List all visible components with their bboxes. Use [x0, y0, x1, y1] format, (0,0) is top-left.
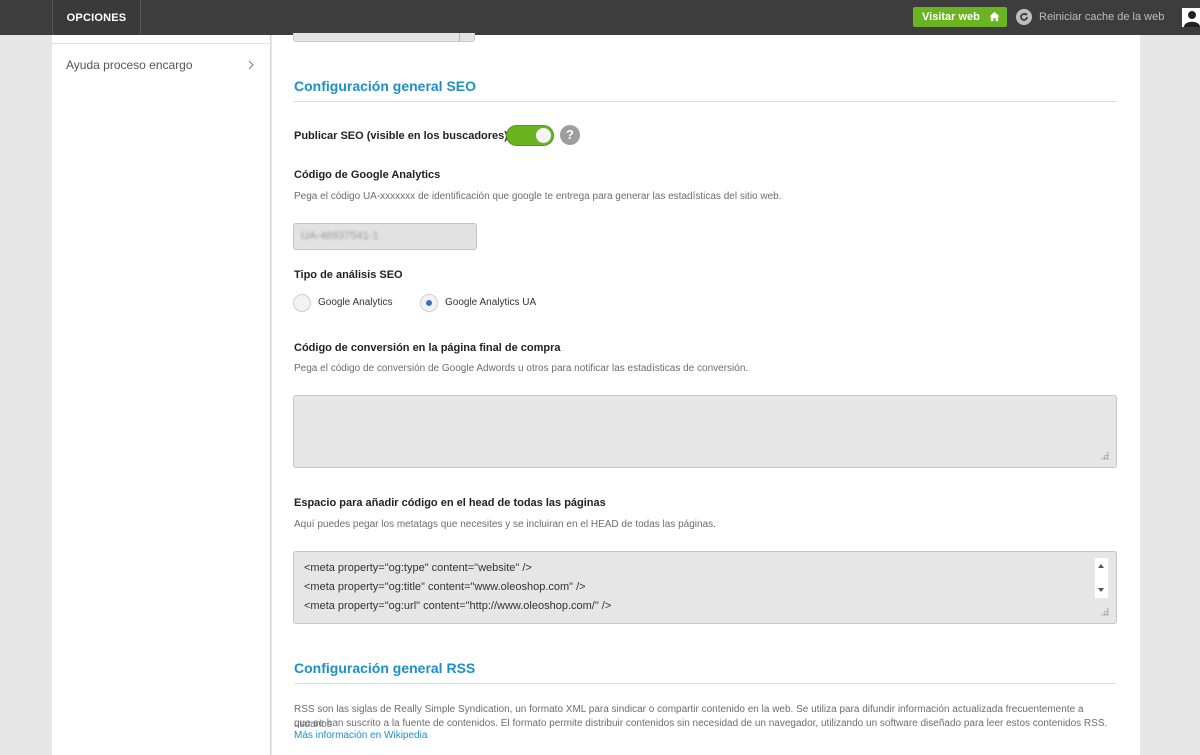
analytics-label: Código de Google Analytics: [294, 169, 441, 181]
scroll-down-arrow-icon[interactable]: [1098, 588, 1104, 592]
textarea-scrollbar[interactable]: [1095, 558, 1108, 598]
radio-button: [293, 294, 311, 312]
rss-description-line-2: que se han suscrito a la fuente de conte…: [294, 718, 1108, 729]
reset-cache-label: Reiniciar cache de la web: [1039, 11, 1165, 23]
publish-seo-label: Publicar SEO (visible en los buscadores): [294, 130, 508, 142]
radio-label: Google Analytics UA: [445, 297, 537, 308]
reset-cache-link[interactable]: Reiniciar cache de la web: [1016, 9, 1164, 25]
refresh-icon: [1016, 9, 1032, 25]
top-bar: OPCIONES Visitar web Reiniciar cache de …: [0, 0, 1200, 35]
analytics-input[interactable]: UA-46937541-1: [293, 223, 477, 250]
code-line: <meta property="og:type" content="websit…: [304, 562, 532, 574]
main-panel: Configuración general SEO Publicar SEO (…: [272, 33, 1140, 755]
radio-button-checked: [420, 294, 438, 312]
resize-grip[interactable]: [1100, 451, 1109, 460]
analysis-type-label: Tipo de análisis SEO: [294, 269, 403, 281]
radio-google-analytics[interactable]: Google Analytics: [293, 293, 393, 313]
publish-seo-toggle[interactable]: [506, 125, 554, 146]
seo-section-title: Configuración general SEO: [294, 78, 1117, 102]
options-tab[interactable]: OPCIONES: [52, 0, 141, 35]
toggle-knob: [536, 128, 551, 143]
visit-web-button[interactable]: Visitar web: [913, 7, 1007, 27]
conversion-help: Pega el código de conversión de Google A…: [294, 363, 749, 374]
radio-label: Google Analytics: [318, 297, 393, 308]
sidebar-item-label: Ayuda proceso encargo: [66, 58, 193, 72]
visit-web-label: Visitar web: [922, 11, 980, 23]
select-field[interactable]: [293, 33, 475, 42]
wikipedia-link[interactable]: Más información en Wikipedia: [294, 730, 427, 741]
resize-grip[interactable]: [1100, 607, 1109, 616]
code-line: <meta property="og:title" content="www.o…: [304, 581, 586, 593]
analytics-input-value: UA-46937541-1: [301, 230, 379, 242]
rss-section-title: Configuración general RSS: [294, 660, 1117, 684]
analytics-help: Pega el código UA-xxxxxxx de identificac…: [294, 191, 782, 202]
sidebar-divider: [52, 43, 271, 44]
scroll-up-arrow-icon[interactable]: [1098, 564, 1104, 568]
head-code-label: Espacio para añadir código en el head de…: [294, 497, 606, 509]
head-code-help: Aquí puedes pegar los metatags que neces…: [294, 519, 716, 530]
help-icon[interactable]: ?: [560, 125, 580, 145]
user-icon[interactable]: [1182, 8, 1200, 27]
sidebar: Ayuda proceso encargo: [52, 35, 271, 755]
conversion-label: Código de conversión en la página final …: [294, 342, 561, 354]
chevron-right-icon: [248, 60, 254, 70]
sidebar-item-ayuda-proceso-encargo[interactable]: Ayuda proceso encargo: [66, 57, 266, 73]
home-icon: [989, 11, 1000, 22]
head-code-textarea[interactable]: <meta property="og:type" content="websit…: [293, 551, 1117, 624]
radio-google-analytics-ua[interactable]: Google Analytics UA: [420, 293, 536, 313]
code-line: <meta property="og:url" content="http://…: [304, 600, 612, 612]
conversion-textarea[interactable]: [293, 395, 1117, 468]
